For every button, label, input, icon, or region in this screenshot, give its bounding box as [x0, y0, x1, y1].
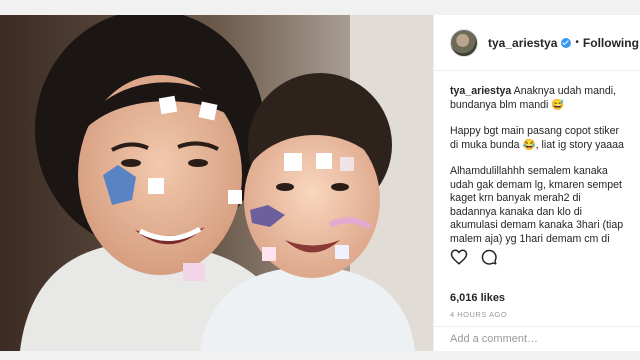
caption-paragraph-2: Happy bgt main pasang copot stiker di mu… [450, 125, 624, 151]
post-timestamp[interactable]: 4 HOURS AGO [450, 310, 507, 319]
following-button[interactable]: Following [583, 36, 639, 50]
caption-paragraph-1: tya_ariestya Anaknya udah mandi, bundany… [450, 85, 628, 112]
comment-placeholder: Add a comment… [450, 333, 539, 345]
heart-icon[interactable] [450, 248, 468, 271]
caption-paragraph-3: Alhamdulillahhh semalem kanaka udah gak … [450, 165, 624, 245]
post-caption: tya_ariestya Anaknya udah mandi, bundany… [434, 71, 640, 245]
avatar[interactable] [450, 28, 478, 57]
verified-badge-icon [561, 37, 572, 48]
post-sidebar: tya_ariestya • Following tya_ariestya An… [433, 15, 640, 351]
caption-username[interactable]: tya_ariestya [450, 85, 511, 97]
post-actions [450, 248, 498, 271]
comment-icon[interactable] [480, 248, 498, 271]
photo-illustration [0, 15, 433, 351]
post-header: tya_ariestya • Following [434, 15, 640, 71]
comment-input[interactable]: Add a comment… [434, 326, 640, 351]
username-link[interactable]: tya_ariestya [488, 36, 557, 50]
post-photo[interactable] [0, 15, 433, 351]
likes-count[interactable]: 6,016 likes [450, 292, 505, 304]
instagram-post: tya_ariestya • Following tya_ariestya An… [0, 15, 640, 351]
separator-dot: • [575, 37, 579, 48]
